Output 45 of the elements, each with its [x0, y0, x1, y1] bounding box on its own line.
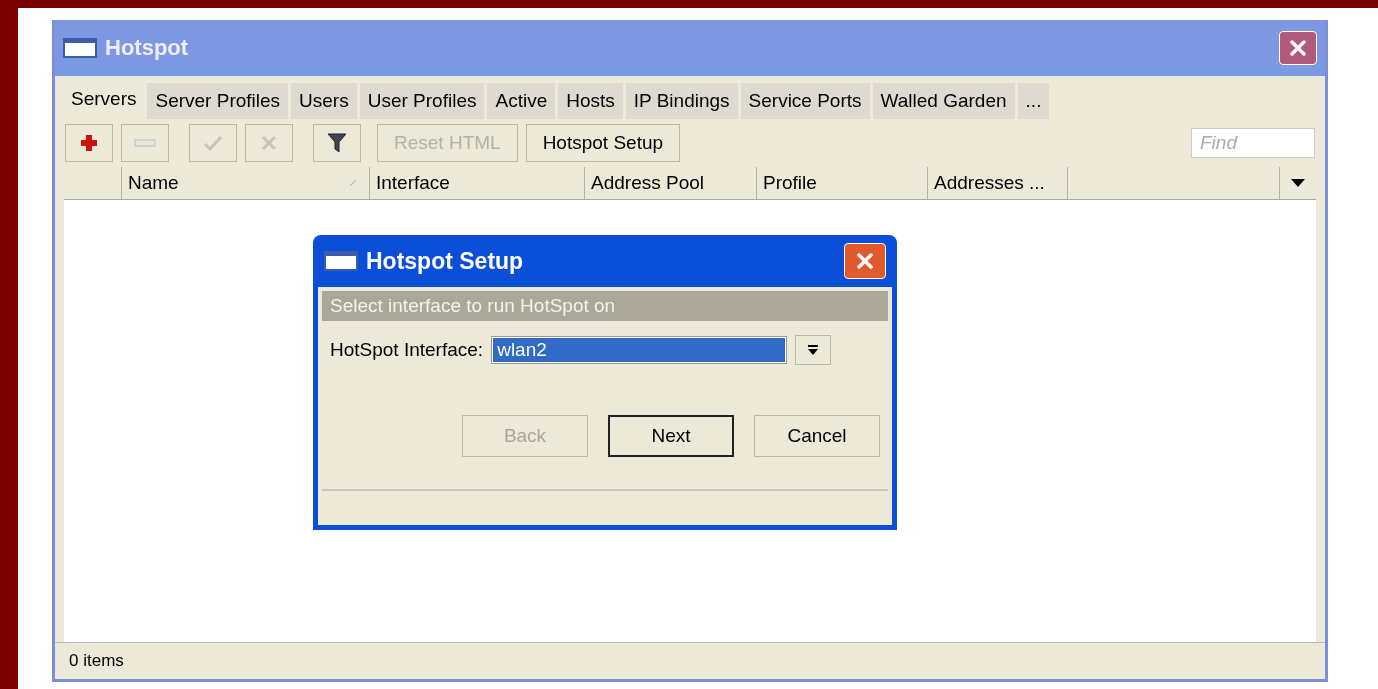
tab[interactable]: Server Profiles — [147, 83, 289, 119]
tab[interactable]: Walled Garden — [872, 83, 1015, 119]
tab[interactable]: User Profiles — [359, 83, 485, 119]
tab[interactable]: Service Ports — [740, 83, 870, 119]
arrow-down-icon — [807, 344, 820, 356]
column-label: Addresses ... — [934, 172, 1045, 194]
column-label: Address Pool — [591, 172, 704, 194]
window-icon — [324, 251, 358, 271]
toolbar-button[interactable]: Hotspot Setup — [525, 124, 681, 162]
column-header[interactable]: Address Pool — [585, 167, 757, 199]
close-button[interactable] — [844, 243, 886, 279]
instruction-text: Select interface to run HotSpot on — [322, 291, 888, 321]
column-header[interactable]: Interface — [370, 167, 585, 199]
column-label: Name — [128, 172, 179, 194]
interface-dropdown[interactable]: wlan2 — [491, 336, 788, 364]
minus-icon — [134, 138, 156, 148]
column-label: Interface — [376, 172, 450, 194]
field-label: HotSpot Interface: — [330, 339, 484, 361]
filter-button[interactable] — [313, 124, 361, 162]
caret-icon — [1291, 179, 1305, 187]
window-icon — [63, 38, 97, 58]
tab[interactable]: ... — [1017, 83, 1050, 119]
check-icon — [203, 134, 223, 152]
x-icon — [260, 134, 278, 152]
dialog-title: Hotspot Setup — [366, 247, 524, 275]
column-label: Profile — [763, 172, 817, 194]
tab[interactable]: Active — [487, 83, 556, 119]
add-button[interactable] — [65, 124, 113, 162]
dropdown-button[interactable] — [795, 335, 832, 365]
window-title: Hotspot — [105, 35, 189, 61]
column-header[interactable]: Profile — [757, 167, 928, 199]
tab[interactable]: Hosts — [558, 83, 623, 119]
search-field[interactable]: Find — [1191, 128, 1315, 158]
close-icon — [1287, 37, 1309, 59]
dialog-button[interactable]: Cancel — [754, 415, 880, 457]
dialog-button[interactable]: Next — [608, 415, 734, 457]
tab[interactable]: Users — [291, 83, 357, 119]
close-icon — [855, 251, 875, 271]
tab[interactable]: IP Bindings — [625, 83, 738, 119]
plus-icon — [79, 133, 99, 153]
filter-icon — [327, 132, 347, 154]
status-text: 0 items — [69, 651, 124, 671]
close-button[interactable] — [1279, 31, 1317, 65]
column-header[interactable]: Addresses ... — [928, 167, 1068, 199]
column-header[interactable]: Name — [122, 167, 370, 199]
